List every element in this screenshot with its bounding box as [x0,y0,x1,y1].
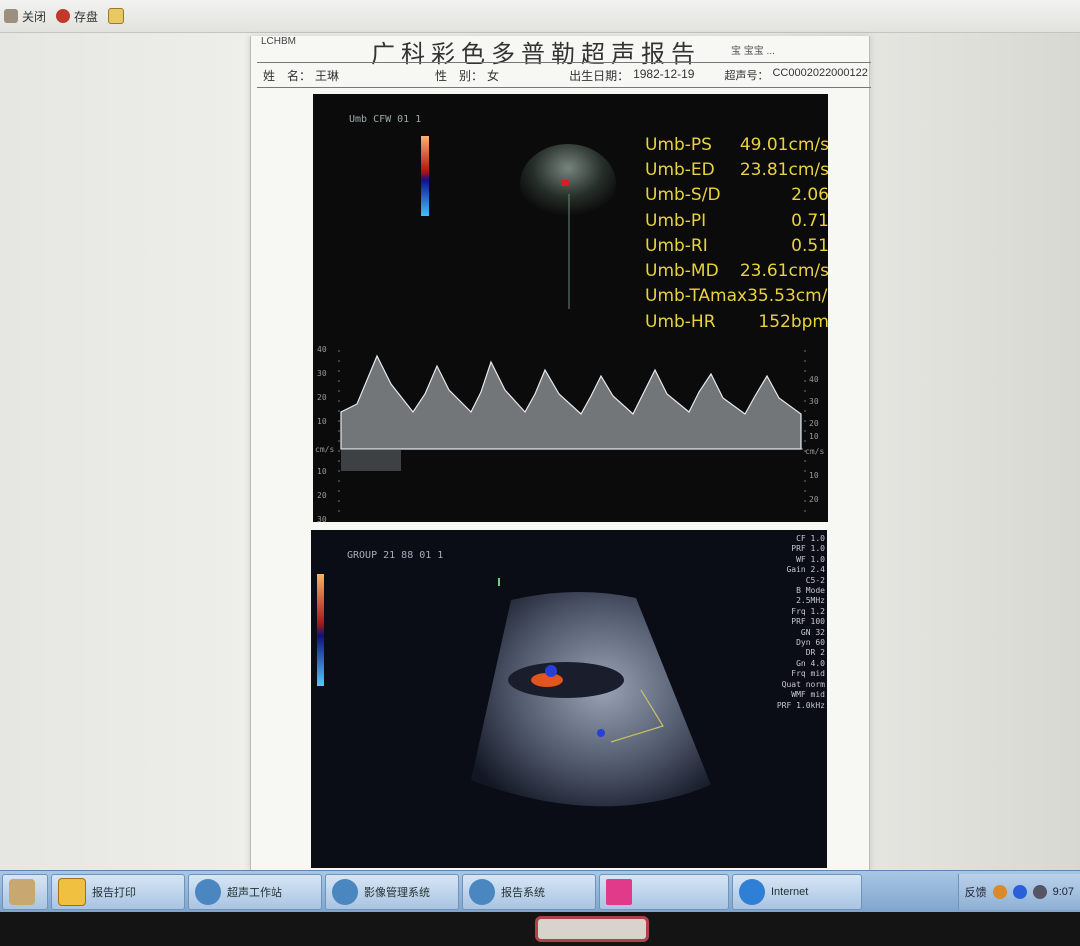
scan-parameters: CF 1.0 PRF 1.0 WF 1.0 Gain 2.4 C5-2 B Mo… [776,534,825,710]
taskbar-task-print[interactable]: 报告打印 [51,874,185,910]
taskbar-task-browser[interactable]: Internet [732,874,862,910]
right-axis-tick: 20 [809,495,819,504]
hospital-icon [195,879,221,905]
right-axis-tick: 30 [809,397,819,406]
windows-taskbar: 报告打印 超声工作站 影像管理系统 报告系统 Internet 反馈 9:07 [0,870,1080,913]
hospital-icon [469,879,495,905]
measurement-row: Umb-PS 49.01cm/s [645,134,828,155]
measurement-row: Umb-MD 23.61cm/s [645,261,828,282]
left-axis-tick: 10 [317,417,327,426]
desktop-icon [9,879,35,905]
volume-icon[interactable] [1032,885,1047,899]
record-icon [56,9,71,23]
ultrasound-sector [471,591,711,807]
toolbar-save-label: 存盘 [74,9,99,24]
velocity-color-bar [317,574,324,686]
show-desktop-button[interactable] [2,874,48,910]
color-doppler-image: GROUP 21 88 01 1 CF 1.0 PRF 1.0 WF 1.0 G… [311,530,827,868]
medical-cross-icon [606,879,632,905]
measurement-row: Umb-TAmax 35.53cm/s [645,286,828,307]
measurement-row: Umb-S/D 2.06 [645,185,828,206]
measurement-row: Umb-PI 0.71 [645,210,828,231]
left-axis-tick: 30 [317,369,327,378]
measurement-row: Umb-RI 0.51 [645,235,828,256]
viewer-toolbar: 关闭 存盘 [0,0,1080,33]
left-axis-tick: 10 [317,467,327,476]
patient-sex: 性 别： 女 [435,68,500,83]
toolbar-close-label: 关闭 [22,9,47,24]
task-label: 影像管理系统 [364,887,430,899]
velocity-color-bar [421,136,429,216]
umbilical-artery-waveform [340,354,802,450]
report-subtitle: 宝 宝宝 ... [731,46,775,57]
umbilical-vessel-lumen [508,662,624,698]
left-axis-tick: 40 [317,345,327,354]
close-icon [4,9,18,23]
app-icon [58,878,86,906]
patient-birthdate: 出生日期： 1982-12-19 [569,66,695,83]
task-label: Internet [771,886,809,898]
right-axis-tick: 10 [809,432,819,441]
reverse-flow-noise [341,449,401,471]
taskbar-task-report[interactable]: 报告系统 [462,874,596,910]
task-label: 超声工作站 [227,887,282,899]
right-axis-tick: cm/s [805,447,824,456]
left-axis-tick: cm/s [315,445,334,454]
toolbar-close-button[interactable]: 关闭 [4,8,46,25]
toolbar-save-button[interactable]: 存盘 [56,8,98,25]
task-label: 报告打印 [92,887,136,899]
doppler-header: Umb CFW 01 1 [349,114,422,125]
flow-spot-blue [597,729,605,737]
venous-flow-blue [545,665,557,677]
tray-label[interactable]: 反馈 [965,884,987,900]
input-method-icon[interactable] [992,885,1007,899]
color-flow-spot [561,180,569,186]
left-axis-tick: 30 [317,515,327,522]
monitor-bezel [0,912,1080,946]
color-doppler-header: GROUP 21 88 01 1 [347,550,444,561]
left-axis-tick: 20 [317,393,327,402]
color-doppler-graphic [317,574,711,807]
doppler-spectrum-image: 40 30 20 10 cm/s 10 20 30 40 30 20 10 cm… [313,94,828,522]
browser-icon [739,879,765,905]
taskbar-task-workstation[interactable]: 超声工作站 [188,874,322,910]
network-icon[interactable] [1012,885,1027,899]
system-tray: 反馈 9:07 [957,874,1080,910]
doppler-measurements: Umb-PS 49.01cm/s Umb-ED 23.81cm/s Umb-S/D 2… [645,132,828,334]
document-icon [108,8,125,24]
document-code: LCHBM [261,36,297,47]
patient-name: 姓 名： 王琳 [263,68,340,83]
measurement-row: Umb-ED 23.81cm/s [645,159,828,180]
taskbar-task-medical[interactable] [599,874,729,910]
monitor-power-button[interactable] [535,916,649,942]
left-axis-tick: 20 [317,491,327,500]
task-label: 报告系统 [501,887,545,899]
taskbar-task-imaging[interactable]: 影像管理系统 [325,874,459,910]
right-axis-tick: 20 [809,419,819,428]
patient-info-row: 姓 名： 王琳 性 别： 女 出生日期： 1982-12-19 超声号： CC0… [257,62,871,88]
right-axis-tick: 10 [809,471,819,480]
tray-clock: 9:07 [1052,886,1074,898]
measurement-row: Umb-HR 152bpm [645,311,828,332]
right-axis-tick: 40 [809,375,819,384]
toolbar-document-button[interactable] [108,8,125,24]
hospital-icon [332,879,358,905]
ultrasound-number: 超声号： CC0002022000122 [724,67,868,82]
